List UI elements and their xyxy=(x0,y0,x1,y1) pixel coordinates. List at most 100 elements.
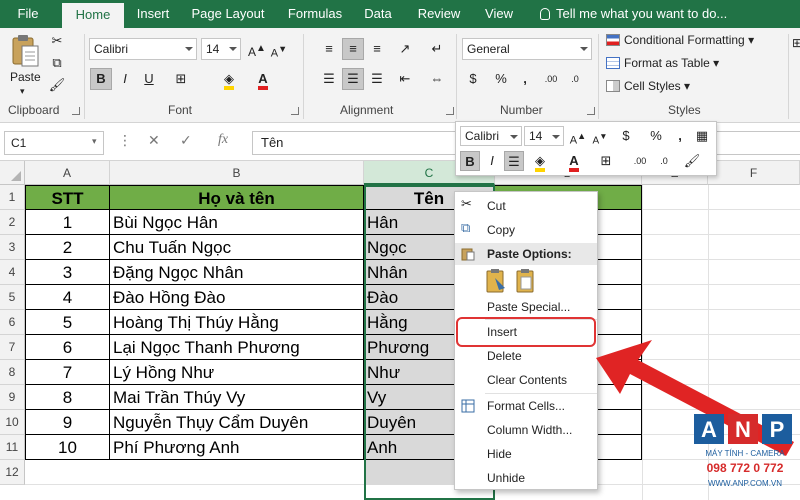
row-header[interactable]: 2 xyxy=(0,210,25,235)
paste-dropdown-icon[interactable]: ▾ xyxy=(20,86,25,97)
mini-comma-button[interactable]: , xyxy=(670,126,690,146)
mini-format-painter-icon[interactable]: 🖌 xyxy=(682,151,702,171)
paste-icon[interactable] xyxy=(10,34,40,68)
row-header[interactable]: 4 xyxy=(0,260,25,285)
cell-styles-button[interactable]: Cell Styles ▾ xyxy=(606,79,690,93)
tab-page-layout[interactable]: Page Layout xyxy=(186,0,270,28)
select-all-corner[interactable] xyxy=(0,161,25,185)
font-name-select[interactable]: Calibri xyxy=(89,38,197,60)
row-header[interactable]: 3 xyxy=(0,235,25,260)
table-cell[interactable]: Lý Hồng Như xyxy=(110,360,364,385)
table-cell[interactable]: 6 xyxy=(25,335,110,360)
mini-bold-button[interactable]: B xyxy=(460,151,480,171)
mini-font-size-select[interactable]: 14 xyxy=(524,126,564,146)
enter-icon[interactable]: ✓ xyxy=(180,132,192,149)
tab-home[interactable]: Home xyxy=(62,3,124,28)
mini-percent-button[interactable]: % xyxy=(646,126,666,146)
name-box-dropdown-icon[interactable]: ▾ xyxy=(92,136,97,147)
tab-formulas[interactable]: Formulas xyxy=(280,0,350,28)
underline-button[interactable]: U xyxy=(138,68,160,90)
tab-review[interactable]: Review xyxy=(412,0,466,28)
decrease-font-icon[interactable]: A▼ xyxy=(268,38,290,60)
table-cell[interactable]: Bùi Ngọc Hân xyxy=(110,210,364,235)
table-cell[interactable]: Chu Tuấn Ngọc xyxy=(110,235,364,260)
menu-item-hide[interactable]: Hide xyxy=(455,442,597,466)
mini-font-name-select[interactable]: Calibri xyxy=(460,126,522,146)
borders-icon[interactable]: ⊞ xyxy=(170,68,192,90)
column-header-b[interactable]: B xyxy=(110,161,364,185)
format-as-table-button[interactable]: Format as Table ▾ xyxy=(606,56,719,70)
table-cell[interactable]: Phí Phương Anh xyxy=(110,435,364,460)
mini-currency-button[interactable]: $ xyxy=(616,126,636,146)
row-header[interactable]: 8 xyxy=(0,360,25,385)
table-cell[interactable]: 7 xyxy=(25,360,110,385)
header-cell[interactable]: STT xyxy=(25,185,110,210)
mini-decrease-font-icon[interactable]: A▼ xyxy=(590,126,610,146)
mini-align-center-icon[interactable]: ☰ xyxy=(504,151,524,171)
mini-format-table-icon[interactable]: ▦ xyxy=(692,126,712,146)
italic-button[interactable]: I xyxy=(114,68,136,90)
table-cell[interactable]: 1 xyxy=(25,210,110,235)
mini-increase-decimal-icon[interactable]: .00 xyxy=(630,151,650,171)
menu-item-cut[interactable]: ✂ Cut xyxy=(455,194,597,218)
conditional-formatting-button[interactable]: Conditional Formatting ▾ xyxy=(606,33,754,47)
header-cell[interactable]: Họ và tên xyxy=(110,185,364,210)
orientation-icon[interactable]: ↗ xyxy=(394,38,416,60)
row-header[interactable]: 9 xyxy=(0,385,25,410)
menu-item-format-cells[interactable]: Format Cells... xyxy=(455,394,597,418)
menu-item-copy[interactable]: ⧉ Copy xyxy=(455,218,597,242)
table-cell[interactable]: 5 xyxy=(25,310,110,335)
menu-item-clear-contents[interactable]: Clear Contents xyxy=(455,368,597,392)
tab-insert[interactable]: Insert xyxy=(128,0,178,28)
align-middle-icon[interactable]: ≡ xyxy=(342,38,364,60)
row-header[interactable]: 1 xyxy=(0,185,25,210)
table-cell[interactable]: Nguyễn Thụy Cẩm Duyên xyxy=(110,410,364,435)
name-box[interactable]: C1 xyxy=(4,131,104,155)
tab-file[interactable]: File xyxy=(0,0,56,28)
menu-item-column-width[interactable]: Column Width... xyxy=(455,418,597,442)
tell-me-search[interactable]: Tell me what you want to do... xyxy=(540,0,727,28)
font-size-select[interactable]: 14 xyxy=(201,38,241,60)
paste-values-icon[interactable] xyxy=(515,268,539,294)
bold-button[interactable]: B xyxy=(90,68,112,90)
align-bottom-icon[interactable]: ≡ xyxy=(366,38,388,60)
mini-decrease-decimal-icon[interactable]: .0 xyxy=(654,151,674,171)
comma-button[interactable]: , xyxy=(514,68,536,90)
table-cell[interactable]: 8 xyxy=(25,385,110,410)
merge-center-icon[interactable]: ⇔ xyxy=(426,68,448,90)
mini-italic-button[interactable]: I xyxy=(482,151,502,171)
increase-font-icon[interactable]: A▲ xyxy=(246,38,268,60)
table-cell[interactable]: 2 xyxy=(25,235,110,260)
row-header[interactable]: 7 xyxy=(0,335,25,360)
currency-button[interactable]: $ xyxy=(462,68,484,90)
column-header-a[interactable]: A xyxy=(25,161,110,185)
table-cell[interactable]: 4 xyxy=(25,285,110,310)
align-center-icon[interactable]: ☰ xyxy=(342,68,364,90)
row-header[interactable]: 10 xyxy=(0,410,25,435)
fill-color-icon[interactable]: ◈ xyxy=(218,68,240,90)
mini-font-color-icon[interactable]: A xyxy=(564,151,584,172)
cut-icon[interactable]: ✂ xyxy=(46,30,68,52)
tab-data[interactable]: Data xyxy=(358,0,398,28)
increase-decimal-icon[interactable]: .00 xyxy=(540,68,562,90)
number-launcher-icon[interactable] xyxy=(587,107,595,115)
align-right-icon[interactable]: ☰ xyxy=(366,68,388,90)
font-launcher-icon[interactable] xyxy=(291,107,299,115)
number-format-select[interactable]: General xyxy=(462,38,592,60)
align-top-icon[interactable]: ≡ xyxy=(318,38,340,60)
mini-increase-font-icon[interactable]: A▲ xyxy=(568,126,588,147)
paste-button[interactable]: Paste xyxy=(10,70,41,84)
align-left-icon[interactable]: ☰ xyxy=(318,68,340,90)
table-cell[interactable]: Đặng Ngọc Nhân xyxy=(110,260,364,285)
wrap-text-icon[interactable]: ↵ xyxy=(426,38,448,60)
menu-item-delete[interactable]: Delete xyxy=(455,344,597,368)
decrease-decimal-icon[interactable]: .0 xyxy=(564,68,586,90)
paste-formatting-icon[interactable] xyxy=(485,268,509,294)
mini-borders-icon[interactable]: ⊞ xyxy=(596,151,616,171)
row-header[interactable]: 11 xyxy=(0,435,25,460)
font-color-icon[interactable]: A xyxy=(252,68,274,90)
row-header[interactable]: 6 xyxy=(0,310,25,335)
tab-view[interactable]: View xyxy=(478,0,520,28)
insert-function-icon[interactable]: fx xyxy=(218,132,228,148)
cancel-icon[interactable]: ✕ xyxy=(148,132,160,149)
